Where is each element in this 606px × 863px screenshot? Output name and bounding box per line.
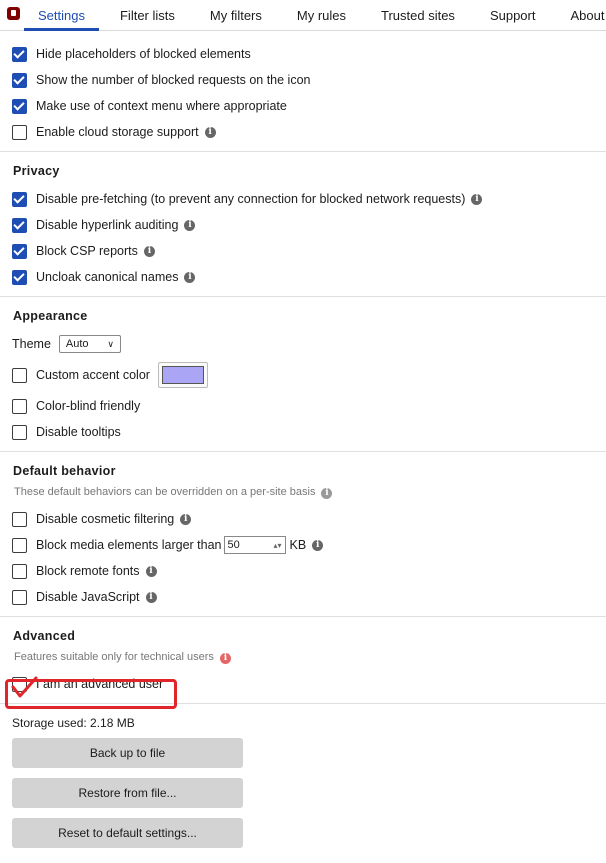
disable-javascript-checkbox[interactable]: [12, 589, 27, 605]
info-icon[interactable]: i: [321, 488, 333, 499]
tab-support[interactable]: Support: [490, 0, 536, 23]
option-label: Custom accent color: [36, 368, 150, 382]
uncloak-cname-option[interactable]: Uncloak canonical names i: [12, 264, 594, 290]
theme-label: Theme: [12, 337, 51, 351]
hyperlink-auditing-option[interactable]: Disable hyperlink auditing i: [12, 212, 594, 238]
block-media-option[interactable]: Block media elements larger than 50 ▴▾ K…: [12, 532, 594, 558]
hyperlink-auditing-checkbox[interactable]: [12, 217, 27, 233]
info-icon[interactable]: i: [180, 513, 192, 525]
option-label: Make use of context menu where appropria…: [36, 99, 287, 113]
disable-tooltips-checkbox[interactable]: [12, 424, 27, 440]
tab-trusted-sites[interactable]: Trusted sites: [381, 0, 455, 23]
info-icon[interactable]: i: [204, 126, 216, 138]
custom-accent-option[interactable]: Custom accent color: [12, 357, 594, 393]
colorblind-option[interactable]: Color-blind friendly: [12, 393, 594, 419]
theme-row: Theme Auto ∨: [12, 331, 594, 357]
option-label: Uncloak canonical names: [36, 270, 179, 284]
theme-value: Auto: [65, 338, 89, 350]
tab-my-rules[interactable]: My rules: [297, 0, 346, 23]
info-icon[interactable]: i: [184, 219, 196, 231]
show-blocked-count-option[interactable]: Show the number of blocked requests on t…: [12, 67, 594, 93]
option-label: Hide placeholders of blocked elements: [36, 47, 251, 61]
media-size-value: 50: [227, 539, 240, 551]
disable-tooltips-option[interactable]: Disable tooltips: [12, 419, 594, 445]
option-label: Color-blind friendly: [36, 399, 141, 413]
info-icon[interactable]: i: [184, 271, 196, 283]
hide-placeholders-option[interactable]: Hide placeholders of blocked elements: [12, 41, 594, 67]
media-size-input[interactable]: 50 ▴▾: [223, 536, 286, 554]
uncloak-cname-checkbox[interactable]: [12, 269, 27, 285]
tab-filter-lists[interactable]: Filter lists: [120, 0, 175, 23]
red-check-mark-icon: [11, 676, 38, 698]
general-section: Hide placeholders of blocked elements Sh…: [0, 31, 606, 152]
tab-my-filters[interactable]: My filters: [210, 0, 262, 23]
section-title: Privacy: [13, 164, 60, 178]
privacy-section: Privacy Disable pre-fetching (to prevent…: [0, 152, 606, 297]
note-text: These default behaviors can be overridde…: [14, 486, 316, 498]
info-icon[interactable]: i: [145, 591, 157, 603]
reset-button[interactable]: Reset to default settings...: [12, 818, 243, 848]
tab-settings[interactable]: Settings: [24, 0, 99, 31]
storage-used-label: Storage used: 2.18 MB: [12, 716, 135, 730]
default-behavior-section: Default behavior These default behaviors…: [0, 452, 606, 617]
option-label: Block media elements larger than: [36, 538, 222, 552]
backup-button[interactable]: Back up to file: [12, 738, 243, 768]
block-media-checkbox[interactable]: [12, 537, 27, 553]
prefetching-checkbox[interactable]: [12, 191, 27, 207]
section-title: Default behavior: [13, 464, 116, 478]
context-menu-option[interactable]: Make use of context menu where appropria…: [12, 93, 594, 119]
tab-bar: Settings Filter lists My filters My rule…: [0, 0, 606, 31]
option-label: Disable JavaScript: [36, 590, 140, 604]
disable-javascript-option[interactable]: Disable JavaScript i: [12, 584, 594, 610]
accent-color-swatch: [161, 366, 204, 384]
note-text: Features suitable only for technical use…: [14, 651, 214, 663]
cloud-storage-checkbox[interactable]: [12, 124, 27, 140]
option-label: Block CSP reports: [36, 244, 138, 258]
spinner-icon[interactable]: ▴▾: [273, 541, 281, 550]
cosmetic-filtering-checkbox[interactable]: [12, 511, 27, 527]
info-icon[interactable]: i: [471, 193, 483, 205]
cloud-storage-option[interactable]: Enable cloud storage support i: [12, 119, 594, 145]
csp-reports-checkbox[interactable]: [12, 243, 27, 259]
prefetching-option[interactable]: Disable pre-fetching (to prevent any con…: [12, 186, 594, 212]
option-label: Disable hyperlink auditing: [36, 218, 179, 232]
option-label: Disable cosmetic filtering: [36, 512, 175, 526]
custom-accent-checkbox[interactable]: [12, 367, 27, 383]
theme-select[interactable]: Auto ∨: [58, 335, 121, 353]
remote-fonts-option[interactable]: Block remote fonts i: [12, 558, 594, 584]
remote-fonts-checkbox[interactable]: [12, 563, 27, 579]
context-menu-checkbox[interactable]: [12, 98, 27, 114]
section-title: Advanced: [13, 629, 76, 643]
option-label: Show the number of blocked requests on t…: [36, 73, 311, 87]
appearance-section: Appearance Theme Auto ∨ Custom accent co…: [0, 297, 606, 452]
section-title: Appearance: [13, 309, 88, 323]
section-note: Features suitable only for technical use…: [14, 651, 594, 664]
ublock-logo-icon: [7, 7, 20, 20]
csp-reports-option[interactable]: Block CSP reports i: [12, 238, 594, 264]
restore-button[interactable]: Restore from file...: [12, 778, 243, 808]
cosmetic-filtering-option[interactable]: Disable cosmetic filtering i: [12, 506, 594, 532]
warning-info-icon[interactable]: i: [219, 653, 231, 664]
option-label: Block remote fonts: [36, 564, 140, 578]
accent-color-picker[interactable]: [157, 362, 208, 388]
option-label: Disable pre-fetching (to prevent any con…: [36, 192, 466, 206]
show-blocked-count-checkbox[interactable]: [12, 72, 27, 88]
info-icon[interactable]: i: [312, 539, 324, 551]
option-label: Enable cloud storage support: [36, 125, 199, 139]
info-icon[interactable]: i: [143, 245, 155, 257]
chevron-down-icon: ∨: [107, 338, 114, 349]
media-unit: KB: [289, 538, 307, 552]
colorblind-checkbox[interactable]: [12, 398, 27, 414]
tab-about[interactable]: About: [570, 0, 604, 23]
section-note: These default behaviors can be overridde…: [14, 486, 594, 499]
info-icon[interactable]: i: [145, 565, 157, 577]
option-label: Disable tooltips: [36, 425, 121, 439]
hide-placeholders-checkbox[interactable]: [12, 46, 27, 62]
